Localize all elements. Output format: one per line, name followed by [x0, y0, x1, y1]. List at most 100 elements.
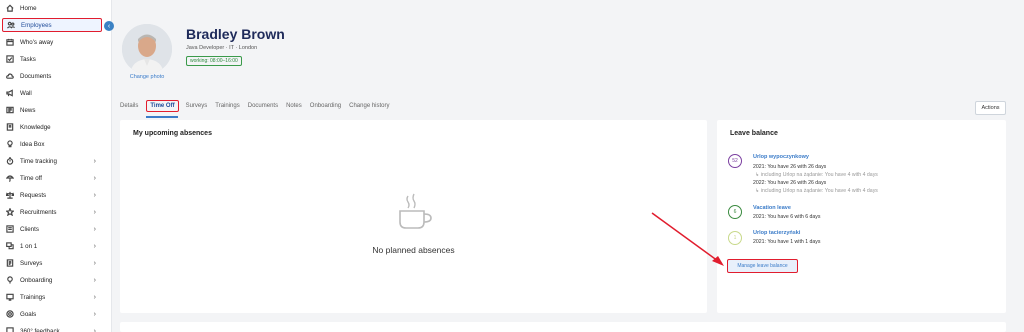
- tab-documents[interactable]: Documents: [248, 103, 278, 109]
- leave-type-link[interactable]: Urlop wypoczynkowy: [753, 154, 809, 160]
- chevron-right-icon: ›: [93, 157, 96, 165]
- leave-balance-line: 2021: You have 1 with 1 days: [753, 239, 821, 245]
- tab-notes[interactable]: Notes: [286, 103, 302, 109]
- coffee-cup-icon: [399, 193, 432, 229]
- chevron-right-icon: ›: [93, 191, 96, 199]
- chevron-right-icon: ›: [93, 293, 96, 301]
- sidebar-item-label: Clients: [20, 225, 39, 233]
- sidebar-item-employees[interactable]: Employees: [2, 18, 102, 32]
- sidebar: Home Employees Who's away Tasks Documents Wal…: [0, 0, 112, 332]
- leave-balance-title: Leave balance: [730, 130, 778, 137]
- empty-state-text: No planned absences: [372, 245, 455, 255]
- leave-sub-balance: ↳ including Urlop na żądanie: You have 4…: [755, 172, 878, 178]
- employee-subtitle: Java Developer · IT · London: [186, 45, 258, 51]
- chevron-right-icon: ›: [93, 276, 96, 284]
- change-photo-link[interactable]: Change photo: [122, 74, 172, 80]
- tab-time-off[interactable]: Time Off: [146, 100, 179, 112]
- employee-photo: [122, 24, 172, 74]
- sidebar-item-label: Employees: [21, 21, 52, 29]
- tab-change-history[interactable]: Change history: [349, 103, 389, 109]
- umbrella-icon: [5, 174, 14, 183]
- sidebar-item-label: Surveys: [20, 259, 43, 267]
- lightbulb-icon: [5, 140, 14, 149]
- sidebar-item-trainings[interactable]: Trainings ›: [2, 290, 102, 304]
- chat-icon: [5, 242, 14, 251]
- sidebar-item-label: Goals: [20, 310, 37, 318]
- sidebar-item-label: Recruitments: [20, 208, 57, 216]
- sidebar-item-time-tracking[interactable]: Time tracking ›: [2, 154, 102, 168]
- tab-trainings[interactable]: Trainings: [215, 103, 239, 109]
- chevron-right-icon: ›: [93, 259, 96, 267]
- clients-icon: [5, 225, 14, 234]
- sidebar-item-label: 1 on 1: [20, 242, 38, 250]
- sidebar-item-wall[interactable]: Wall: [2, 86, 102, 100]
- sidebar-item-who-s-away[interactable]: Who's away: [2, 35, 102, 49]
- chevron-left-icon[interactable]: ‹: [104, 21, 114, 31]
- chevron-right-icon: ›: [93, 310, 96, 318]
- sidebar-item-clients[interactable]: Clients ›: [2, 222, 102, 236]
- tab-details[interactable]: Details: [120, 103, 138, 109]
- chevron-right-icon: ›: [93, 327, 96, 332]
- chevron-right-icon: ›: [93, 225, 96, 233]
- tab-onboarding[interactable]: Onboarding: [310, 103, 341, 109]
- actions-button[interactable]: Actions: [975, 101, 1006, 115]
- leave-type-link[interactable]: Vacation leave: [753, 205, 791, 211]
- annotation-arrow: [651, 212, 724, 266]
- sidebar-item-label: Requests: [20, 191, 47, 199]
- news-icon: [5, 106, 14, 115]
- sidebar-item-label: Wall: [20, 89, 32, 97]
- leave-count-badge: 6: [728, 205, 742, 219]
- sidebar-item-news[interactable]: News: [2, 103, 102, 117]
- users-icon: [6, 21, 15, 30]
- upcoming-absences-card: My upcoming absences No planned absences: [120, 120, 707, 313]
- sidebar-item-label: 360° feedback: [20, 327, 60, 332]
- sidebar-item-tasks[interactable]: Tasks: [2, 52, 102, 66]
- leave-type-link[interactable]: Urlop tacierzyński: [753, 230, 800, 236]
- sidebar-item-label: Onboarding: [20, 276, 53, 284]
- sidebar-item-goals[interactable]: Goals ›: [2, 307, 102, 321]
- training-icon: [5, 293, 14, 302]
- employee-name: Bradley Brown: [186, 26, 285, 42]
- sidebar-item-label: Home: [20, 4, 37, 12]
- active-tab-indicator: [146, 116, 178, 118]
- manage-leave-balance-button[interactable]: Manage leave balance: [727, 259, 798, 273]
- sidebar-item-label: Time tracking: [20, 157, 57, 165]
- leave-balance-line: 2021: You have 26 with 26 days: [753, 164, 827, 170]
- calendar-icon: [5, 38, 14, 47]
- sidebar-item-label: Idea Box: [20, 140, 45, 148]
- sidebar-item-recruitments[interactable]: Recruitments ›: [2, 205, 102, 219]
- sidebar-item-label: Knowledge: [20, 123, 51, 131]
- leave-count-badge: 1: [728, 231, 742, 245]
- sidebar-item-1-on-1[interactable]: 1 on 1 ›: [2, 239, 102, 253]
- sidebar-item-requests[interactable]: Requests ›: [2, 188, 102, 202]
- leave-balance-line: 2022: You have 26 with 26 days: [753, 180, 827, 186]
- megaphone-icon: [5, 89, 14, 98]
- book-icon: [5, 123, 14, 132]
- sidebar-item-documents[interactable]: Documents: [2, 69, 102, 83]
- avatar[interactable]: [122, 24, 172, 74]
- sidebar-item-knowledge[interactable]: Knowledge: [2, 120, 102, 134]
- absences-title: My upcoming absences: [133, 130, 212, 137]
- chevron-right-icon: ›: [93, 208, 96, 216]
- home-icon: [5, 4, 14, 13]
- sidebar-item-time-off[interactable]: Time off ›: [2, 171, 102, 185]
- sidebar-item-surveys[interactable]: Surveys ›: [2, 256, 102, 270]
- sidebar-item-360-feedback[interactable]: 360° feedback ›: [2, 324, 102, 332]
- leave-sub-balance: ↳ including Urlop na żądanie: You have 4…: [755, 188, 878, 194]
- stopwatch-icon: [5, 157, 14, 166]
- pin-icon: [5, 276, 14, 285]
- feedback-icon: [5, 327, 14, 332]
- tab-surveys[interactable]: Surveys: [186, 103, 208, 109]
- tasks-icon: [5, 55, 14, 64]
- sidebar-item-label: Tasks: [20, 55, 36, 63]
- sidebar-item-label: Who's away: [20, 38, 54, 46]
- sidebar-item-label: Time off: [20, 174, 43, 182]
- sidebar-item-onboarding[interactable]: Onboarding ›: [2, 273, 102, 287]
- sidebar-item-label: Documents: [20, 72, 52, 80]
- survey-icon: [5, 259, 14, 268]
- sidebar-item-home[interactable]: Home: [2, 1, 102, 15]
- sidebar-item-idea-box[interactable]: Idea Box: [2, 137, 102, 151]
- star-icon: [5, 208, 14, 217]
- leave-count-badge: 52: [728, 154, 742, 168]
- sidebar-item-label: Trainings: [20, 293, 46, 301]
